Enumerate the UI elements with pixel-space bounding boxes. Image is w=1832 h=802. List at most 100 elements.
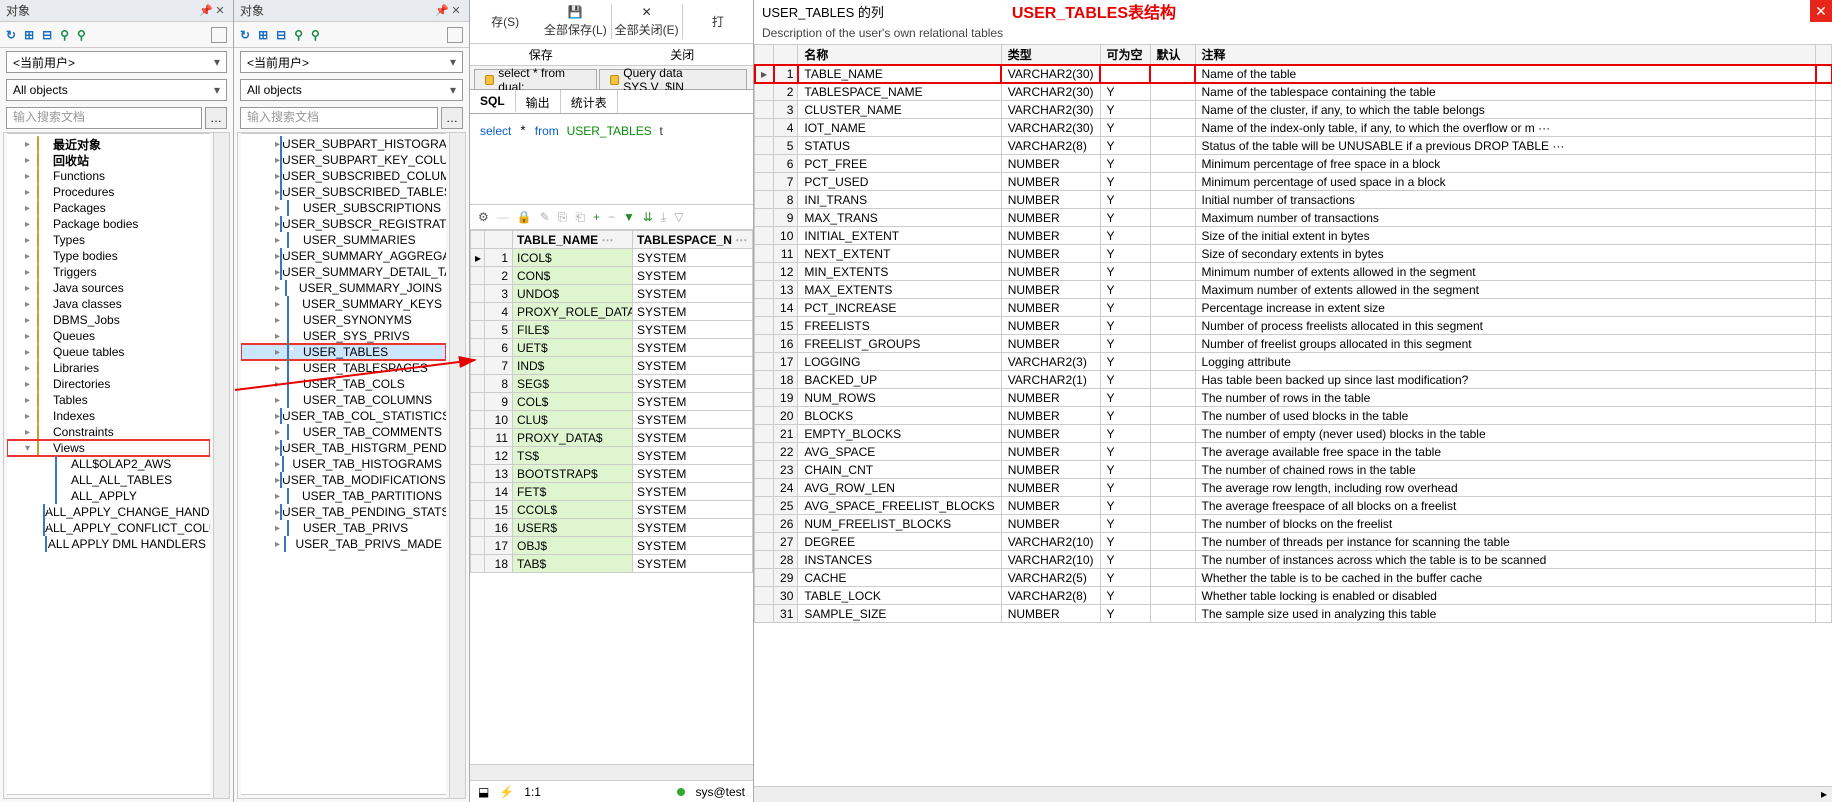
view-item[interactable]: ▸USER_TAB_COL_STATISTICS [241,408,446,424]
tab-sql[interactable]: SQL [470,90,516,113]
column-row[interactable]: 30TABLE_LOCKVARCHAR2(8)YWhether table lo… [755,587,1832,605]
scroll-right-icon[interactable]: ▸ [1816,787,1832,802]
tree-item[interactable]: ▸Java sources [7,280,210,296]
table-row[interactable]: 14FET$SYSTEM [471,483,753,501]
column-row[interactable]: 19NUM_ROWSNUMBERYThe number of rows in t… [755,389,1832,407]
tree-item[interactable]: ▸Type bodies [7,248,210,264]
more-button[interactable]: … [205,107,227,129]
column-row[interactable]: 11NEXT_EXTENTNUMBERYSize of secondary ex… [755,245,1832,263]
sql-tab-1[interactable]: select * from dual; [474,69,597,89]
search-input[interactable]: 输入搜索文档 [240,107,438,129]
tree-item[interactable]: ▸Types [7,232,210,248]
column-row[interactable]: 17LOGGINGVARCHAR2(3)YLogging attribute [755,353,1832,371]
commit-icon[interactable]: ▼ [623,210,635,224]
column-row[interactable]: 20BLOCKSNUMBERYThe number of used blocks… [755,407,1832,425]
view-item[interactable]: ▸USER_SUMMARY_AGGREGATES [241,248,446,264]
view-item[interactable]: ▸USER_TAB_PRIVS [241,520,446,536]
view-item[interactable]: ▸USER_TAB_PARTITIONS [241,488,446,504]
view-item[interactable]: ▸USER_SUBSCR_REGISTRATIONS [241,216,446,232]
filter-combo[interactable]: All objects▾ [6,79,227,101]
view-item[interactable]: ▸USER_TAB_PRIVS_MADE [241,536,446,552]
sql-text[interactable]: select * from USER_TABLES t [470,114,753,204]
expand-icon[interactable]: ⊞ [24,28,34,42]
table-row[interactable]: 5FILE$SYSTEM [471,321,753,339]
table-row[interactable]: 15CCOL$SYSTEM [471,501,753,519]
tree-item[interactable]: ▸Tables [7,392,210,408]
view-item[interactable]: ▸USER_SUMMARY_DETAIL_TABLE [241,264,446,280]
tree-item[interactable]: ALL_APPLY [7,488,210,504]
view-item[interactable]: ▸USER_SUMMARY_JOINS [241,280,446,296]
table-row[interactable]: ▸1ICOL$SYSTEM [471,249,753,267]
table-row[interactable]: 9COL$SYSTEM [471,393,753,411]
tree-item[interactable]: ▸Functions [7,168,210,184]
tree-item[interactable]: ▾Views [7,440,210,456]
tree-item[interactable]: ALL APPLY DML HANDLERS [7,536,210,552]
column-row[interactable]: 24AVG_ROW_LENNUMBERYThe average row leng… [755,479,1832,497]
tree-item[interactable]: ▸Directories [7,376,210,392]
table-row[interactable]: 8SEG$SYSTEM [471,375,753,393]
view-item[interactable]: ▸USER_TAB_MODIFICATIONS [241,472,446,488]
table-row[interactable]: 10CLU$SYSTEM [471,411,753,429]
view-item[interactable]: ▸USER_TAB_HISTOGRAMS [241,456,446,472]
tree-item[interactable]: ▸Indexes [7,408,210,424]
tree-item[interactable]: ▸Libraries [7,360,210,376]
tree-item[interactable]: ▸回收站 [7,152,210,168]
table-row[interactable]: 18TAB$SYSTEM [471,555,753,573]
column-row[interactable]: 9MAX_TRANSNUMBERYMaximum number of trans… [755,209,1832,227]
close-icon[interactable]: ✕ [449,4,463,17]
user-combo[interactable]: <当前用户>▾ [240,51,463,73]
table-row[interactable]: 6UET$SYSTEM [471,339,753,357]
column-row[interactable]: 18BACKED_UPVARCHAR2(1)YHas table been ba… [755,371,1832,389]
collapse-icon[interactable]: ⊟ [276,28,286,42]
view-item[interactable]: ▸USER_SUMMARY_KEYS [241,296,446,312]
column-row[interactable]: 12MIN_EXTENTSNUMBERYMinimum number of ex… [755,263,1832,281]
view-item[interactable]: ▸USER_SUBPART_KEY_COLUMNS [241,152,446,168]
tree-item[interactable]: ALL_APPLY_CONFLICT_COLUMN [7,520,210,536]
save-button[interactable]: 存(S) [470,0,540,43]
scrollbar[interactable] [213,133,229,798]
find-icon[interactable]: ⚲ [60,28,69,42]
gear-icon[interactable]: ⚙ [478,210,489,224]
paste-icon[interactable]: ⎗ [575,210,585,225]
find-next-icon[interactable]: ⚲ [311,28,320,42]
view-item[interactable]: ▸USER_SUBSCRIPTIONS [241,200,446,216]
tree-item[interactable]: ▸Packages [7,200,210,216]
save-all-button[interactable]: 💾全部保存(L) [540,0,610,43]
table-row[interactable]: 16USER$SYSTEM [471,519,753,537]
tab-stats[interactable]: 统计表 [561,90,618,113]
fetch-icon[interactable]: ⇊ [643,210,653,224]
column-row[interactable]: 15FREELISTSNUMBERYNumber of process free… [755,317,1832,335]
column-row[interactable]: 5STATUSVARCHAR2(8)YStatus of the table w… [755,137,1832,155]
table-row[interactable]: 17OBJ$SYSTEM [471,537,753,555]
column-row[interactable]: 8INI_TRANSNUMBERYInitial number of trans… [755,191,1832,209]
view-item[interactable]: ▸USER_TAB_COLS [241,376,446,392]
column-row[interactable]: 7PCT_USEDNUMBERYMinimum percentage of us… [755,173,1832,191]
copy-icon[interactable]: ⎘ [558,210,568,225]
table-row[interactable]: 3UNDO$SYSTEM [471,285,753,303]
views-tree[interactable]: ▸USER_SUBPART_HISTOGRAMS▸USER_SUBPART_KE… [241,133,446,795]
tree-item[interactable]: ▸DBMS_Jobs [7,312,210,328]
view-item[interactable]: ▸USER_TABLES [241,344,446,360]
column-row[interactable]: 29CACHEVARCHAR2(5)YWhether the table is … [755,569,1832,587]
column-row[interactable]: 2TABLESPACE_NAMEVARCHAR2(30)YName of the… [755,83,1832,101]
tree-item[interactable]: ▸Procedures [7,184,210,200]
search-input[interactable]: 输入搜索文档 [6,107,202,129]
export-icon[interactable]: ⤓ [661,210,666,225]
tree-item[interactable]: ▸最近对象 [7,136,210,152]
tree-item[interactable]: ▸Package bodies [7,216,210,232]
tree-item[interactable]: ▸Triggers [7,264,210,280]
object-tree[interactable]: ▸最近对象▸回收站▸Functions▸Procedures▸Packages▸… [7,133,210,795]
table-row[interactable]: 2CON$SYSTEM [471,267,753,285]
column-row[interactable]: 27DEGREEVARCHAR2(10)YThe number of threa… [755,533,1832,551]
column-row[interactable]: 28INSTANCESVARCHAR2(10)YThe number of in… [755,551,1832,569]
remove-icon[interactable]: − [608,210,615,224]
h-scrollbar[interactable] [470,764,753,780]
user-combo[interactable]: <当前用户>▾ [6,51,227,73]
columns-grid[interactable]: 名称类型可为空默认注释▸1TABLE_NAMEVARCHAR2(30)Name … [754,44,1832,786]
tree-item[interactable]: ALL_APPLY_CHANGE_HANDLERS [7,504,210,520]
column-row[interactable]: 21EMPTY_BLOCKSNUMBERYThe number of empty… [755,425,1832,443]
view-item[interactable]: ▸USER_TAB_PENDING_STATS [241,504,446,520]
collapse-icon[interactable]: ⊟ [42,28,52,42]
column-row[interactable]: 3CLUSTER_NAMEVARCHAR2(30)YName of the cl… [755,101,1832,119]
tree-item[interactable]: ALL_ALL_TABLES [7,472,210,488]
